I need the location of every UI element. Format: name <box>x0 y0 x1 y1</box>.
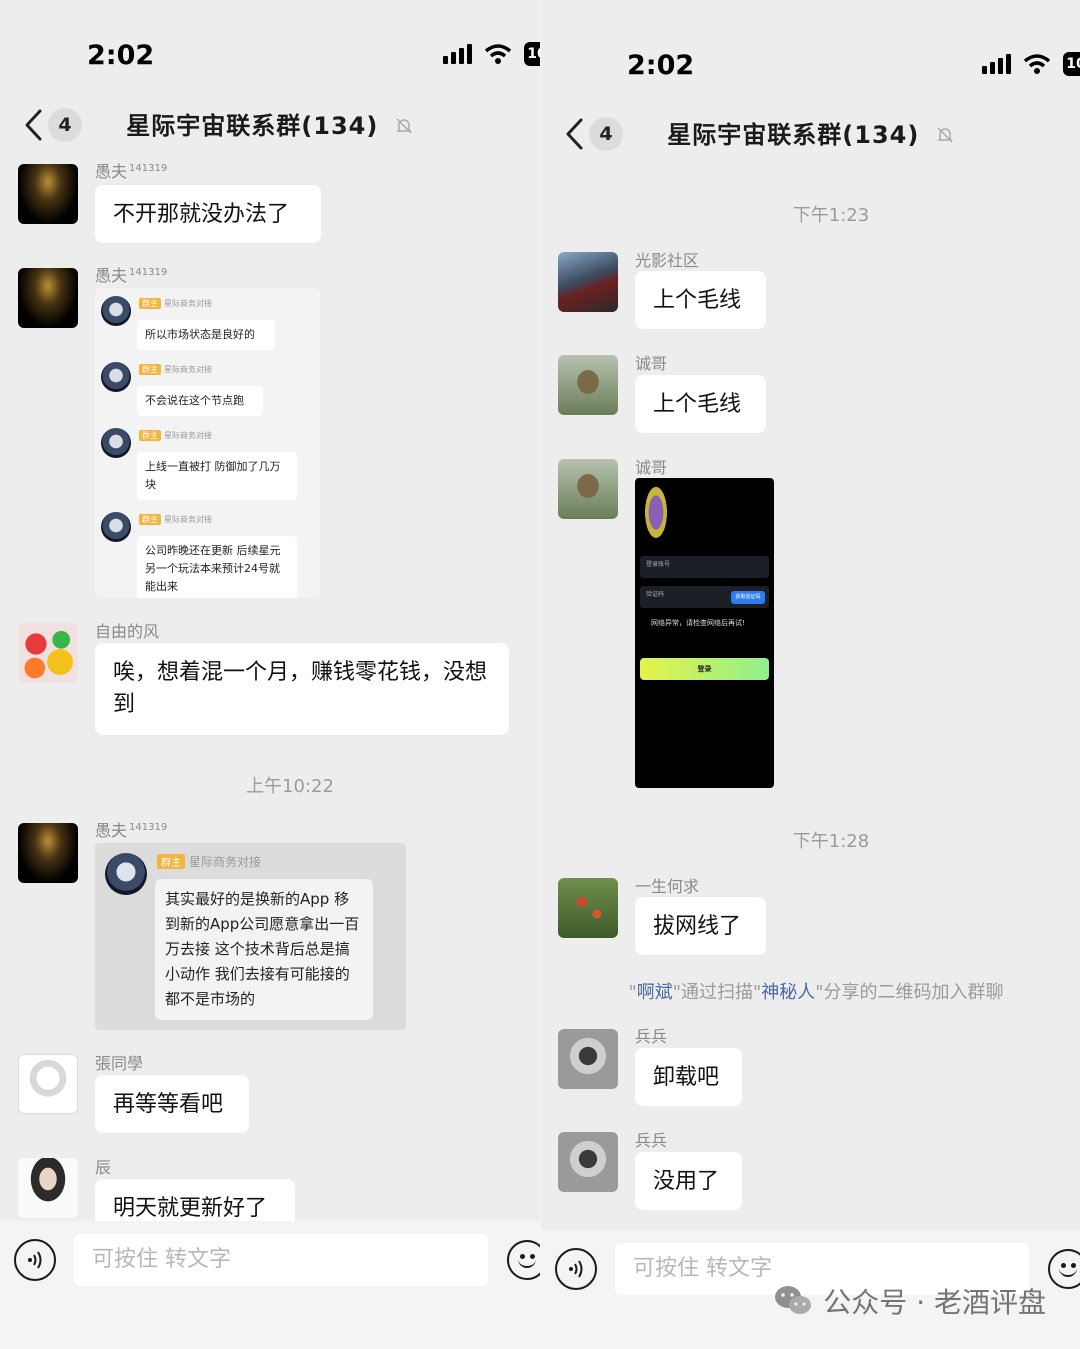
avatar[interactable] <box>18 1158 78 1218</box>
title-bar: 4 星际宇宙联系群(134) <box>0 96 540 156</box>
account-field: 登录账号 <box>640 556 769 578</box>
avatar[interactable] <box>18 623 78 683</box>
sender-name: 诚哥 <box>635 354 668 373</box>
chat-title: 星际宇宙联系群(134) <box>541 115 1080 150</box>
error-toast: 网络异常，请检查网络后再试! <box>651 619 745 627</box>
voice-button[interactable] <box>14 1239 56 1281</box>
message-bubble[interactable]: 卸载吧 <box>635 1048 742 1106</box>
sound-wave-icon <box>28 1251 42 1269</box>
watermark-text: 公众号 · 老酒评盘 <box>823 1286 1046 1319</box>
emoji-button[interactable] <box>1048 1249 1080 1289</box>
avatar[interactable] <box>558 459 618 519</box>
sender-name: 一生何求 <box>635 877 700 896</box>
sender-name: 張同學 <box>95 1054 144 1073</box>
time-divider: 下午1:23 <box>792 205 870 226</box>
status-time: 2:02 <box>627 50 695 81</box>
chat-title: 星际宇宙联系群(134) <box>0 106 540 141</box>
sender-name: 自由的风 <box>95 622 160 641</box>
status-bar: 2:02 10 <box>541 36 1080 96</box>
message-bubble[interactable]: 不开那就没办法了 <box>95 185 321 243</box>
time-divider: 下午1:28 <box>792 831 870 852</box>
message-input[interactable]: 可按住 转文字 <box>74 1234 488 1286</box>
avatar[interactable] <box>558 355 618 415</box>
smile-icon <box>518 1256 536 1268</box>
sender-name: 光影社区 <box>635 251 700 270</box>
chat-title-text: 星际宇宙联系群(134) <box>126 112 379 140</box>
avatar[interactable] <box>18 1054 78 1114</box>
image-message[interactable]: 登录账号 验证码 获取验证码 网络异常，请检查网络后再试! 登录 <box>635 478 774 788</box>
emoji-button[interactable] <box>507 1240 540 1280</box>
battery-icon: 10 <box>524 42 540 66</box>
sender-name: 诚哥 <box>635 458 668 477</box>
sender-name: 愚夫 141319 <box>95 266 168 285</box>
sender-name: 愚夫 141319 <box>95 162 168 181</box>
avatar[interactable] <box>18 164 78 224</box>
avatar[interactable] <box>18 823 78 883</box>
message-bubble[interactable]: 没用了 <box>635 1152 742 1210</box>
message-bubble[interactable]: 再等等看吧 <box>95 1075 249 1133</box>
avatar[interactable] <box>558 1132 618 1192</box>
avatar[interactable] <box>558 252 618 312</box>
message-bubble[interactable]: 唉，想着混一个月，赚钱零花钱，没想到 <box>95 643 509 735</box>
input-bar: 可按住 转文字 <box>0 1221 540 1349</box>
message-bubble[interactable]: 拔网线了 <box>635 897 766 955</box>
smile-icon <box>1059 1265 1077 1277</box>
sound-wave-icon <box>569 1260 583 1278</box>
sender-name: 愚夫 141319 <box>95 821 168 840</box>
avatar <box>101 512 131 542</box>
status-bar: 2:02 10 <box>0 26 540 86</box>
avatar[interactable] <box>558 1029 618 1089</box>
status-icons: 10 <box>982 52 1080 76</box>
chat-title-text: 星际宇宙联系群(134) <box>667 121 920 149</box>
signal-icon <box>982 54 1011 74</box>
sender-name: 兵兵 <box>635 1027 668 1046</box>
wifi-icon <box>484 44 512 64</box>
login-button: 登录 <box>640 658 769 680</box>
status-time: 2:02 <box>87 40 155 71</box>
sender-name: 辰 <box>95 1158 112 1177</box>
wifi-icon <box>1023 54 1051 74</box>
system-notice: "啊斌"通过扫描"神秘人"分享的二维码加入群聊 <box>628 982 1004 1003</box>
voice-button[interactable] <box>555 1248 597 1290</box>
status-icons: 10 <box>443 42 540 66</box>
time-divider: 上午10:22 <box>246 776 334 797</box>
quoted-message: 其实最好的是换新的App 移到新的App公司愿意拿出一百万去接 这个技术背后总是… <box>155 879 373 1020</box>
character-illustration <box>639 486 673 552</box>
avatar <box>101 428 131 458</box>
battery-icon: 10 <box>1063 52 1080 76</box>
forwarded-screenshot[interactable]: 群主 星际商务对接 所以市场状态是良好的 群主 星际商务对接 不会说在这个节点跑 群… <box>95 288 320 598</box>
code-field: 验证码 获取验证码 <box>640 586 769 608</box>
mini-message: 不会说在这个节点跑 <box>137 386 263 416</box>
avatar <box>101 296 131 326</box>
mini-message: 上线一直被打 防御加了几万块 <box>137 452 297 500</box>
chat-screen-left: 2:02 10 4 星际宇宙联系群(134) 愚夫141319 不开那就没办法了… <box>0 0 540 1349</box>
sender-name: 兵兵 <box>635 1131 668 1150</box>
message-bubble[interactable]: 上个毛线 <box>635 375 766 433</box>
mute-bell-icon <box>395 118 412 134</box>
mini-message: 公司昨晚还在更新 后续星元另一个玩法本来预计24号就能出来 <box>137 536 297 598</box>
message-bubble[interactable]: 上个毛线 <box>635 271 766 329</box>
avatar[interactable] <box>18 268 78 328</box>
mute-bell-icon <box>936 127 953 143</box>
mini-message: 所以市场状态是良好的 <box>137 320 275 350</box>
signal-icon <box>443 44 472 64</box>
forwarded-screenshot[interactable]: 群主 星际商务对接 其实最好的是换新的App 移到新的App公司愿意拿出一百万去接… <box>95 843 406 1030</box>
watermark: 公众号 · 老酒评盘 <box>773 1281 1046 1321</box>
avatar[interactable] <box>558 878 618 938</box>
avatar <box>101 362 131 392</box>
title-bar: 4 星际宇宙联系群(134) <box>541 105 1080 165</box>
role-label: 群主 星际商务对接 <box>157 853 261 870</box>
avatar <box>105 853 147 895</box>
chat-screen-right: 2:02 10 4 星际宇宙联系群(134) 下午1:23 光影社区 上个毛线 … <box>541 0 1080 1349</box>
wechat-icon <box>775 1286 812 1314</box>
